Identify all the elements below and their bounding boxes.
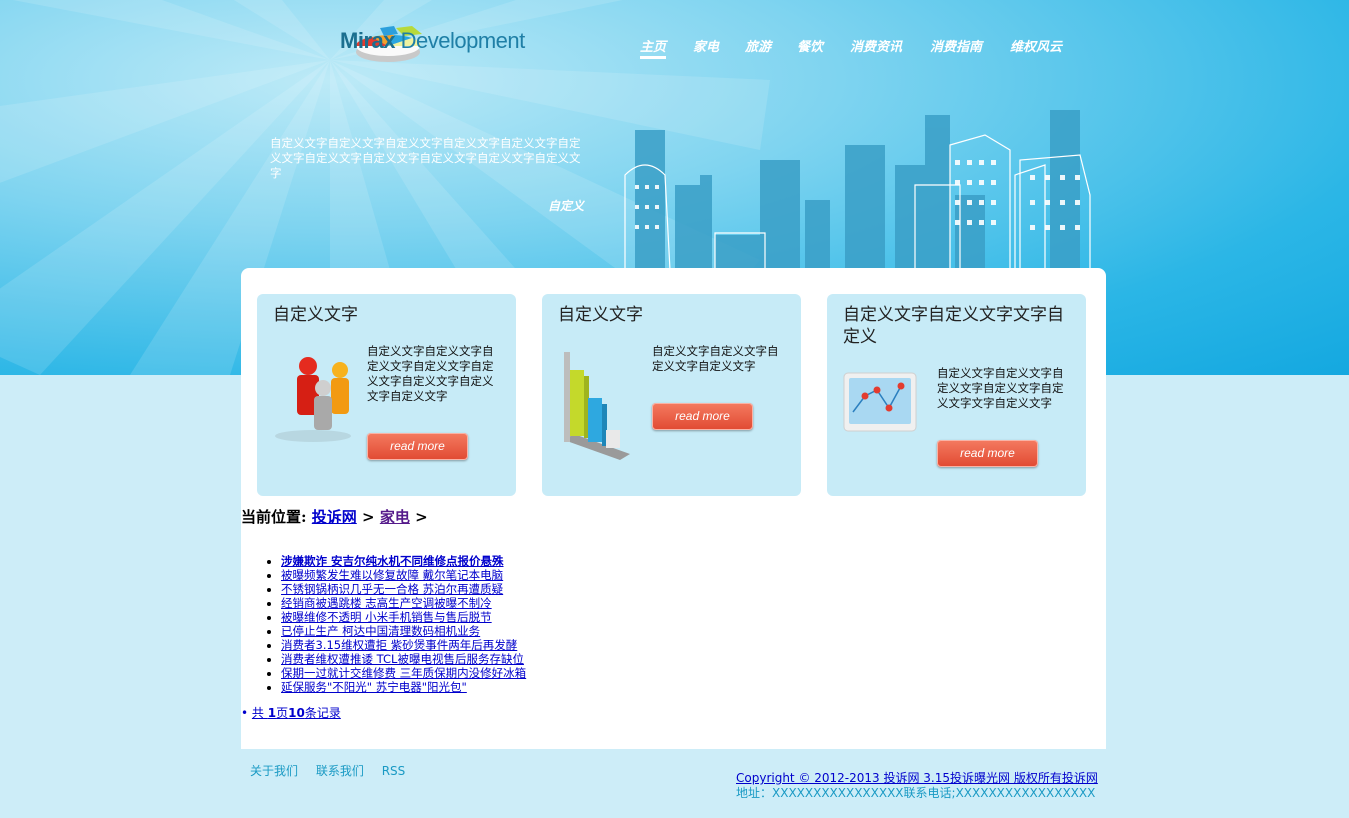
list-item: 涉嫌欺诈 安吉尔纯水机不同维修点报价悬殊 xyxy=(281,554,526,568)
logo-text-bold: Mirax xyxy=(340,28,395,53)
nav-travel[interactable]: 旅游 xyxy=(745,36,771,55)
card-text: 自定义文字自定义文字自定义文字自定义文字自定义文字自定义文字自定义文字自定义文字 xyxy=(367,344,494,403)
bar-chart-icon xyxy=(564,352,630,460)
footer-link-about[interactable]: 关于我们 xyxy=(250,764,298,778)
pagination-link[interactable]: 共 1页10条记录 xyxy=(252,706,341,720)
people-icon xyxy=(275,357,351,442)
breadcrumb-home[interactable]: 投诉网 xyxy=(312,508,357,526)
feature-card-3: 自定义文字自定义文字文字自定义 自定义文字自定义文字自定义文字自定义文字自定义文… xyxy=(827,294,1086,496)
hero-text: 自定义文字自定义文字自定义文字自定义文字自定义文字自定义文字自定义文字自定义文字… xyxy=(270,136,581,180)
nav-home[interactable]: 主页 xyxy=(640,36,667,59)
pager-mid: 页 xyxy=(276,706,289,720)
pager-records: 10 xyxy=(288,706,305,720)
card-title: 自定义文字自定义文字文字自定义 xyxy=(843,305,1064,347)
card-title: 自定义文字 xyxy=(558,305,643,325)
article-link[interactable]: 延保服务"不阳光" 苏宁电器"阳光包" xyxy=(281,680,467,694)
list-item: 被曝维修不透明 小米手机销售与售后脱节 xyxy=(281,610,526,624)
footer-links: 关于我们 联系我们 RSS xyxy=(250,762,419,779)
main-content: 自定义文字 自定义文字自定义文字自定义文字自定义文字自定义文字自定义文字自定义文… xyxy=(241,268,1106,749)
list-item: 消费者3.15维权遭拒 紫砂煲事件两年后再发酵 xyxy=(281,638,526,652)
pager-prefix: 共 xyxy=(251,706,268,720)
line-chart-screen-icon xyxy=(843,372,917,432)
breadcrumb-current[interactable]: 家电 xyxy=(380,508,410,526)
list-item: 消费者维权遭推诿 TCL被曝电视售后服务存缺位 xyxy=(281,652,526,666)
footer-link-rss[interactable]: RSS xyxy=(382,764,406,778)
pager-suffix: 条记录 xyxy=(304,706,341,720)
card-text: 自定义文字自定义文字自定义文字自定义文字 xyxy=(652,344,779,373)
list-item: 保期一过就计交维修费 三年质保期内没修好冰箱 xyxy=(281,666,526,680)
nav-dining[interactable]: 餐饮 xyxy=(797,36,823,55)
read-more-button[interactable]: read more xyxy=(367,433,468,460)
hero-more-link[interactable]: 自定义 xyxy=(548,197,584,214)
breadcrumb-separator: > xyxy=(362,508,375,526)
article-link[interactable]: 涉嫌欺诈 安吉尔纯水机不同维修点报价悬殊 xyxy=(281,554,504,568)
article-link[interactable]: 不锈钢锅柄识几乎无一合格 苏泊尔再遭质疑 xyxy=(281,582,503,596)
list-item: 已停止生产 柯达中国清理数码相机业务 xyxy=(281,624,526,638)
breadcrumb-tail: > xyxy=(415,508,428,526)
article-link[interactable]: 经销商被遇跳楼 志高生产空调被曝不制冷 xyxy=(281,596,492,610)
read-more-button[interactable]: read more xyxy=(937,440,1038,467)
article-link[interactable]: 被曝维修不透明 小米手机销售与售后脱节 xyxy=(281,610,492,624)
feature-card-1: 自定义文字 自定义文字自定义文字自定义文字自定义文字自定义文字自定义文字自定义文… xyxy=(257,294,516,496)
bullet-dot-icon: • xyxy=(241,706,249,720)
footer-copyright: Copyright © 2012-2013 投诉网 3.15投诉曝光网 版权所有… xyxy=(736,771,1098,801)
card-text: 自定义文字自定义文字自定义文字自定义文字自定义文字文字自定义文字 xyxy=(937,366,1064,410)
logo-text-light: Development xyxy=(400,28,526,53)
article-link[interactable]: 消费者3.15维权遭拒 紫砂煲事件两年后再发酵 xyxy=(281,638,517,652)
article-list: 涉嫌欺诈 安吉尔纯水机不同维修点报价悬殊 被曝频繁发生难以修复故障 戴尔笔记本电… xyxy=(265,554,526,694)
card-title: 自定义文字 xyxy=(273,305,358,325)
city-skyline-illustration xyxy=(624,110,1091,270)
read-more-button[interactable]: read more xyxy=(652,403,753,430)
pager-pages: 1 xyxy=(267,706,277,720)
copyright-link[interactable]: Copyright © 2012-2013 投诉网 3.15投诉曝光网 版权所有… xyxy=(736,771,1098,785)
article-link[interactable]: 已停止生产 柯达中国清理数码相机业务 xyxy=(281,624,480,638)
article-link[interactable]: 被曝频繁发生难以修复故障 戴尔笔记本电脑 xyxy=(281,568,503,582)
nav-consumer-news[interactable]: 消费资讯 xyxy=(850,36,902,55)
list-item: 经销商被遇跳楼 志高生产空调被曝不制冷 xyxy=(281,596,526,610)
pagination: • 共 1页10条记录 xyxy=(241,704,341,721)
nav-rights[interactable]: 维权风云 xyxy=(1010,36,1062,55)
breadcrumb-prefix: 当前位置: xyxy=(241,508,307,526)
article-link[interactable]: 消费者维权遭推诿 TCL被曝电视售后服务存缺位 xyxy=(281,652,524,666)
logo-text[interactable]: Mirax Development xyxy=(340,28,525,54)
article-link[interactable]: 保期一过就计交维修费 三年质保期内没修好冰箱 xyxy=(281,666,526,680)
list-item: 延保服务"不阳光" 苏宁电器"阳光包" xyxy=(281,680,526,694)
nav-consumer-guide[interactable]: 消费指南 xyxy=(930,36,982,55)
breadcrumb: 当前位置: 投诉网 > 家电 > xyxy=(241,506,428,527)
footer-link-contact[interactable]: 联系我们 xyxy=(316,764,364,778)
feature-card-2: 自定义文字 自定义文字自定义文字自定义文字自定义文字 read more xyxy=(542,294,801,496)
list-item: 不锈钢锅柄识几乎无一合格 苏泊尔再遭质疑 xyxy=(281,582,526,596)
nav-appliances[interactable]: 家电 xyxy=(693,36,719,55)
list-item: 被曝频繁发生难以修复故障 戴尔笔记本电脑 xyxy=(281,568,526,582)
footer-address: 地址：XXXXXXXXXXXXXXXX联系电话;XXXXXXXXXXXXXXXX… xyxy=(736,786,1096,800)
